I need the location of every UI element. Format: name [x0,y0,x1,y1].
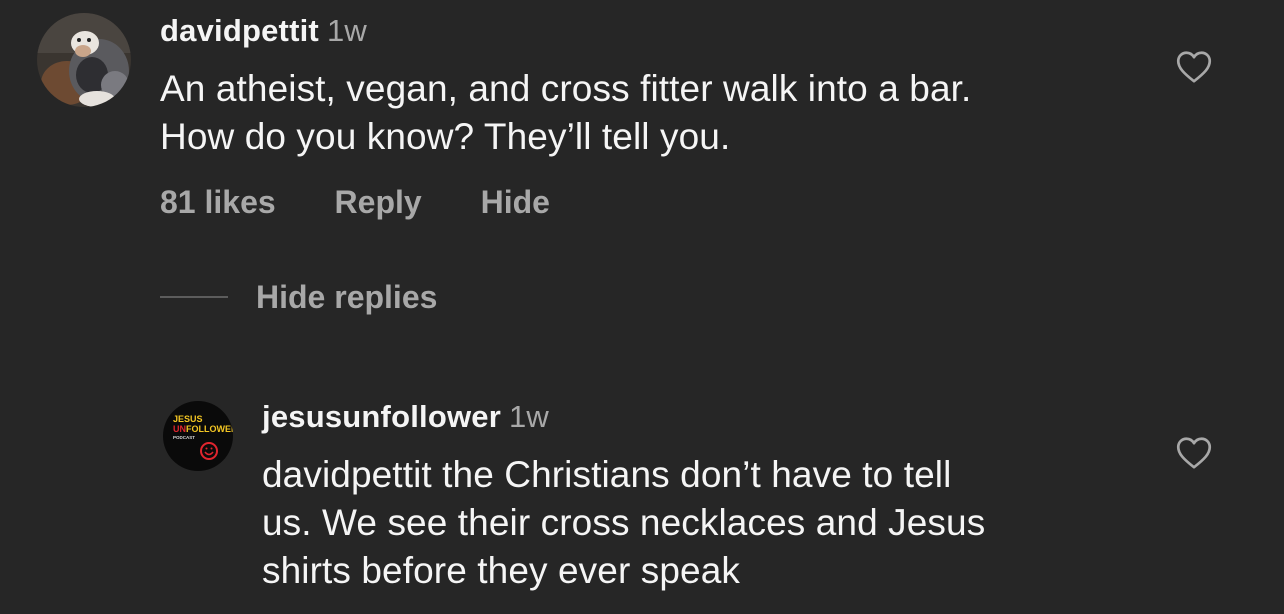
comment-text-line: An atheist, vegan, and cross fitter walk… [160,68,972,109]
comment-text: An atheist, vegan, and cross fitter walk… [160,65,971,161]
hide-button[interactable]: Hide [481,184,550,221]
dog-avatar-icon [37,13,131,107]
reply-text-line: shirts before they ever speak [262,550,740,591]
username-text[interactable]: davidpettit [160,13,319,48]
reply-text-line: davidpettit the Christians don’t have to… [262,454,952,495]
comment-username[interactable]: davidpettit 1w [160,13,367,49]
logo-line2: UNFOLLOWER [173,424,233,434]
likes-count-button[interactable]: 81 likes [160,184,276,221]
reply-avatar[interactable]: JESUS UNFOLLOWER PODCAST [163,401,233,471]
reply-text-line: us. We see their cross necklaces and Jes… [262,502,986,543]
jesus-unfollower-logo-icon: JESUS UNFOLLOWER PODCAST [163,401,233,471]
reply-timestamp: 1w [508,399,550,434]
comment-timestamp: 1w [326,13,367,48]
reply-username[interactable]: jesusunfollower 1w [262,399,549,435]
reply-button[interactable]: Reply [335,184,422,221]
reply-text: davidpettit the Christians don’t have to… [262,451,985,595]
comment-text-line: How do you know? They’ll tell you. [160,116,731,157]
logo-line3: PODCAST [173,435,195,440]
comment-actions: 81 likes Reply Hide [160,184,600,221]
hide-replies-button[interactable]: Hide replies [160,277,437,317]
hide-replies-label: Hide replies [256,278,438,315]
username-text[interactable]: jesusunfollower [262,399,501,434]
heart-outline-icon[interactable] [1176,436,1212,470]
heart-outline-icon[interactable] [1176,50,1212,84]
replies-divider [160,296,228,298]
comment-avatar[interactable] [37,13,131,107]
logo-line1: JESUS [173,414,203,424]
